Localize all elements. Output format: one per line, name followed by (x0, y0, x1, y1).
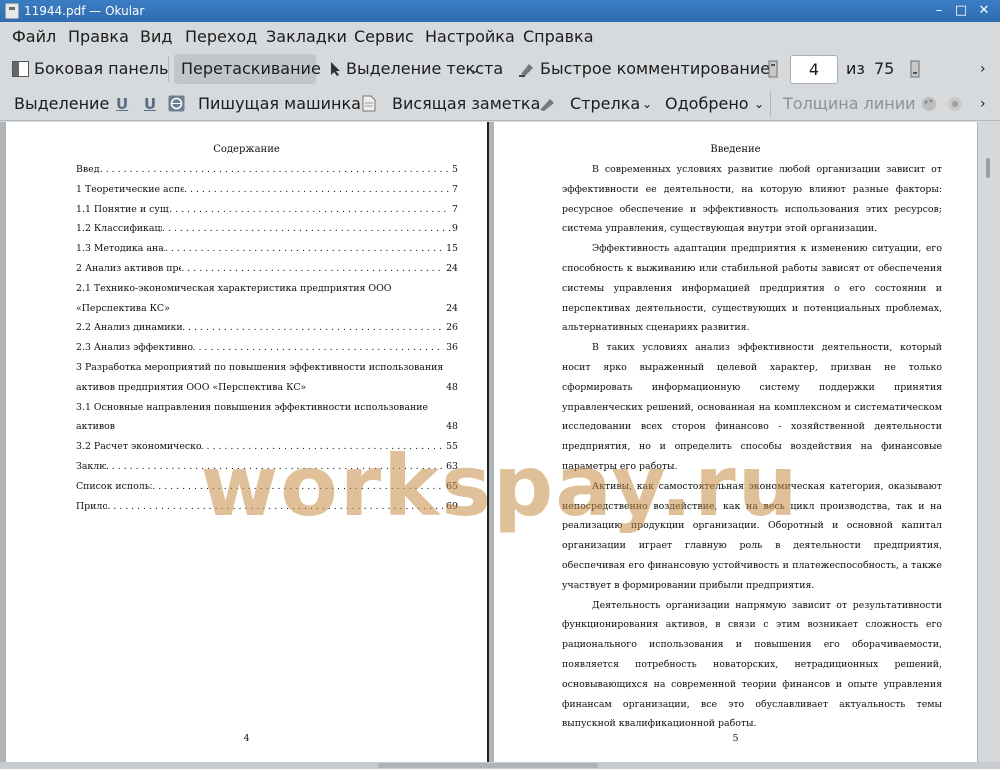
scrollbar-thumb[interactable] (378, 763, 598, 768)
sidebar-icon (12, 61, 29, 77)
horizontal-scrollbar[interactable] (0, 762, 1000, 769)
toc-entry: 2.1 Технико-экономическая характеристика… (76, 282, 458, 314)
menu-file[interactable]: Файл (12, 27, 56, 46)
menu-go[interactable]: Переход (185, 27, 257, 46)
browse-label: Перетаскивание (181, 59, 321, 78)
menu-bar: Файл Правка Вид Переход Закладки Сервис … (0, 22, 1000, 52)
paragraph: Эффективность адаптации предприятия к из… (562, 243, 942, 334)
toolbar-separator (168, 56, 169, 82)
toolbar-separator (770, 91, 771, 117)
vertical-scrollbar[interactable] (978, 122, 1000, 762)
toc-entry: 3 Разработка мероприятий по повышения эф… (76, 361, 458, 393)
sidebar-button[interactable]: Боковая панель (10, 52, 168, 86)
quick-annotation-button[interactable]: Быстрое комментирование (516, 52, 770, 86)
window-title: 11944.pdf — Okular (24, 4, 145, 18)
chevron-down-icon[interactable]: ⌄ (470, 52, 480, 86)
toc-entry: 1.3 Методика анализа активов предприятия… (76, 239, 458, 259)
paragraph: В современных условиях развитие любой ор… (562, 164, 942, 235)
page-title: Содержание (213, 144, 280, 155)
previous-page-icon[interactable] (768, 60, 778, 78)
paragraph: Активы, как самостоятельная экономическа… (562, 480, 942, 591)
pdf-page-5: Введение В современных условиях развитие… (494, 122, 977, 762)
menu-edit[interactable]: Правка (68, 27, 129, 46)
toc-entry: 3.1 Основные направления повышения эффек… (76, 401, 458, 433)
menu-tools[interactable]: Сервис (354, 27, 414, 46)
menu-view[interactable]: Вид (140, 27, 172, 46)
minimize-icon[interactable]: – (930, 2, 948, 20)
color-palette-icon[interactable] (920, 96, 938, 112)
text-select-tool-button[interactable]: Выделение текста ⌄ (326, 52, 503, 86)
toc-entry: Список использованной литературы65 (76, 477, 458, 497)
menu-help[interactable]: Справка (523, 27, 594, 46)
arrow-pen-icon[interactable] (538, 96, 556, 112)
page-number-input[interactable]: 4 (790, 55, 838, 84)
pdf-page-4: Содержание Введение5 1 Теоретические асп… (6, 122, 489, 762)
stamp-tool[interactable]: Одобрено (665, 87, 749, 121)
toc-entry: 1.2 Классификация активов предприятия9 (76, 219, 458, 239)
strikeout-icon[interactable] (168, 95, 185, 112)
next-page-icon[interactable] (910, 60, 920, 78)
document-view[interactable]: Содержание Введение5 1 Теоретические асп… (0, 122, 1000, 762)
scrollbar-thumb[interactable] (986, 158, 990, 178)
select-tool[interactable]: Выделение (14, 87, 109, 121)
toc-entry: 2.2 Анализ динамики и структуры активов … (76, 318, 458, 338)
page-number: 5 (732, 733, 739, 744)
quick-annotation-label: Быстрое комментирование (540, 59, 771, 78)
typewriter-tool[interactable]: Пишущая машинка (198, 87, 361, 121)
squiggly-icon[interactable]: U (144, 95, 156, 113)
sticky-note-icon[interactable] (362, 95, 376, 112)
line-width-control[interactable]: Толщина линии (783, 87, 916, 121)
chevron-down-icon[interactable]: ⌄ (642, 87, 652, 121)
toolbar-overflow-icon[interactable]: › (980, 87, 986, 121)
title-bar: 11944.pdf — Okular – □ ✕ (0, 0, 1000, 22)
underline-icon[interactable]: U (116, 95, 128, 113)
page-body-text: В современных условиях развитие любой ор… (562, 160, 942, 734)
paragraph: В таких условиях анализ эффективности де… (562, 342, 942, 472)
cursor-arrow-icon (331, 62, 340, 76)
page-total-label: 75 (874, 59, 895, 78)
toc-entry: Введение5 (76, 160, 458, 180)
highlighter-icon (519, 64, 533, 77)
toc-entry: 2.3 Анализ эффективности использования а… (76, 338, 458, 358)
okular-app-icon (5, 3, 19, 19)
annotation-toolbar: Выделение U U Пишущая машинка Висящая за… (0, 87, 1000, 121)
toolbar-overflow-icon[interactable]: › (980, 52, 986, 86)
toc-entry: Приложения69 (76, 497, 458, 517)
arrow-tool[interactable]: Стрелка (570, 87, 640, 121)
okular-window: 11944.pdf — Okular – □ ✕ Файл Правка Вид… (0, 0, 1000, 769)
sticky-note-tool[interactable]: Висящая заметка (392, 87, 540, 121)
toc-entry: Заключение63 (76, 457, 458, 477)
close-icon[interactable]: ✕ (975, 2, 993, 20)
toc-entry: 1 Теоретические аспекты анализа активов … (76, 180, 458, 200)
table-of-contents: Введение5 1 Теоретические аспекты анализ… (76, 160, 458, 516)
menu-bookmarks[interactable]: Закладки (266, 27, 347, 46)
maximize-icon[interactable]: □ (952, 2, 970, 20)
sidebar-label: Боковая панель (34, 59, 169, 78)
toc-entry: 3.2 Расчет экономической эффективности п… (76, 437, 458, 457)
page-of-label: из (846, 59, 865, 78)
browse-tool-button[interactable]: Перетаскивание (174, 54, 321, 84)
opacity-icon[interactable] (946, 96, 964, 112)
toc-entry: 1.1 Понятие и сущность активов предприят… (76, 200, 458, 220)
toc-entry: 2 Анализ активов предприятия ООО «Перспе… (76, 259, 458, 279)
menu-settings[interactable]: Настройка (425, 27, 515, 46)
page-number: 4 (243, 733, 250, 744)
chevron-down-icon[interactable]: ⌄ (754, 87, 764, 121)
paragraph: Деятельность организации напрямую зависи… (562, 599, 942, 730)
main-toolbar: Боковая панель Перетаскивание Выделение … (0, 52, 1000, 86)
page-title: Введение (710, 144, 761, 155)
